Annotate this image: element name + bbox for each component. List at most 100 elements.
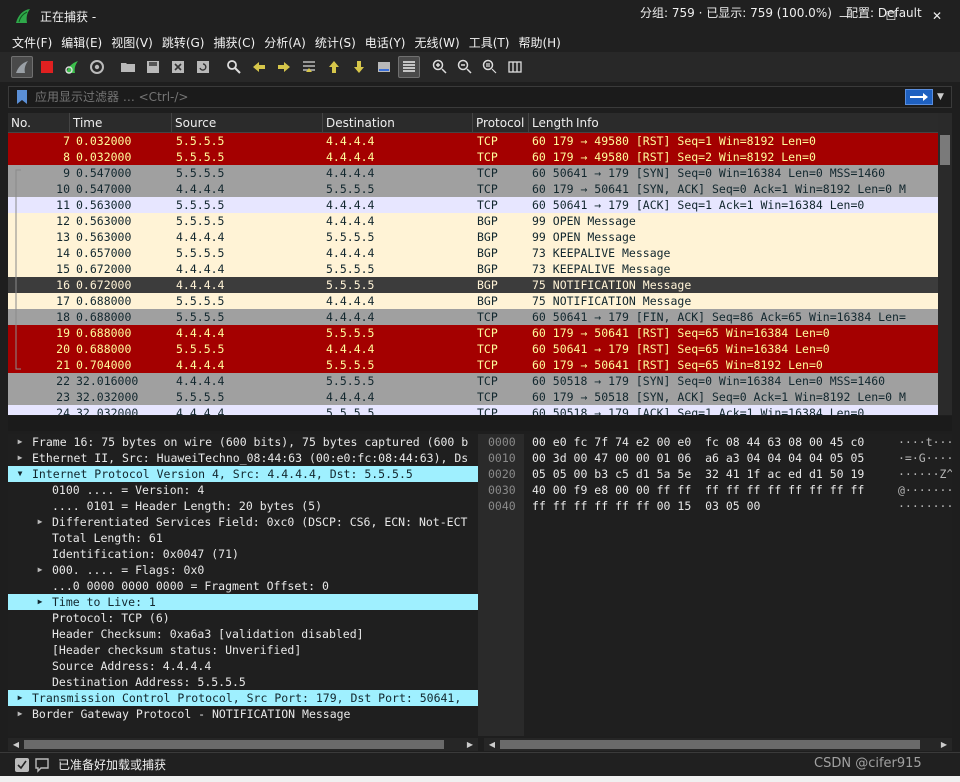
menu-help[interactable]: 帮助(H) (518, 34, 560, 51)
packet-row[interactable]: 24 32.032000 4.4.4.4 5.5.5.5 TCP 60 50518 → 1… (8, 405, 938, 415)
go-back-icon[interactable] (248, 56, 270, 78)
detail-tree-item[interactable]: ...0 0000 0000 0000 = Fragment Offset: 0 (8, 578, 478, 594)
menu-tools[interactable]: 工具(T) (469, 34, 510, 51)
go-to-packet-icon[interactable] (298, 56, 320, 78)
packet-row[interactable]: 16 0.672000 4.4.4.4 5.5.5.5 BGP 75 NOTIFICATI… (8, 277, 938, 293)
packet-row[interactable]: 21 0.704000 4.4.4.4 5.5.5.5 TCP 60 179 → 5064… (8, 357, 938, 373)
detail-tree-item[interactable]: 0100 .... = Version: 4 (8, 482, 478, 498)
packet-row[interactable]: 12 0.563000 5.5.5.5 4.4.4.4 BGP 99 OPEN Messa… (8, 213, 938, 229)
column-destination[interactable]: Destination (323, 113, 473, 133)
detail-tree-item[interactable]: ▶ Time to Live: 1 (8, 594, 478, 610)
expand-arrow-icon[interactable]: ▶ (34, 514, 46, 530)
find-packet-icon[interactable] (223, 56, 245, 78)
column-no[interactable]: No. (8, 113, 70, 133)
details-hscroll-thumb[interactable] (24, 740, 444, 749)
zoom-in-icon[interactable] (429, 56, 451, 78)
detail-tree-item[interactable]: ▶ 000. .... = Flags: 0x0 (8, 562, 478, 578)
details-hscrollbar[interactable]: ◀ ▶ (8, 738, 478, 751)
bytes-hex[interactable]: 00 3d 00 47 00 00 01 06 a6 a3 04 04 04 0… (532, 450, 864, 466)
bytes-ascii[interactable]: ······Z^ 2A····P· (898, 466, 952, 482)
detail-tree-item[interactable]: ▶ Differentiated Services Field: 0xc0 (DS… (8, 514, 478, 530)
column-protocol[interactable]: Protocol (473, 113, 529, 133)
menu-telephony[interactable]: 电话(Y) (365, 34, 406, 51)
packet-list-scroll-thumb[interactable] (940, 135, 950, 165)
zoom-out-icon[interactable] (454, 56, 476, 78)
shark-fin-icon[interactable] (11, 56, 33, 78)
expand-arrow-icon[interactable]: ▶ (34, 562, 46, 578)
column-length[interactable]: Length (529, 113, 573, 133)
bytes-hex[interactable]: ff ff ff ff ff ff 00 15 03 05 00 (532, 498, 760, 514)
bytes-ascii[interactable]: @······· ········ (898, 482, 952, 498)
menu-file[interactable]: 文件(F) (12, 34, 52, 51)
bytes-hex[interactable]: 05 05 00 b3 c5 d1 5a 5e 32 41 1f ac ed d… (532, 466, 864, 482)
open-file-icon[interactable] (117, 56, 139, 78)
column-source[interactable]: Source (172, 113, 323, 133)
packet-row[interactable]: 13 0.563000 4.4.4.4 5.5.5.5 BGP 99 OPEN Messa… (8, 229, 938, 245)
bookmark-icon[interactable] (15, 89, 29, 105)
packet-row[interactable]: 8 0.032000 5.5.5.5 4.4.4.4 TCP 60 179 → 49580… (8, 149, 938, 165)
detail-tree-item[interactable]: Identification: 0x0047 (71) (8, 546, 478, 562)
bytes-hscrollbar[interactable]: ◀ ▶ (484, 738, 952, 751)
packet-bytes-pane[interactable]: 0000 00 e0 fc 7f 74 e2 00 e0 fc 08 44 63 … (484, 434, 952, 736)
menu-analyze[interactable]: 分析(A) (264, 34, 306, 51)
detail-tree-item[interactable]: Source Address: 4.4.4.4 (8, 658, 478, 674)
bytes-offset[interactable]: 0030 (488, 482, 516, 498)
colorize-icon[interactable] (398, 56, 420, 78)
packet-row[interactable]: 20 0.688000 5.5.5.5 4.4.4.4 TCP 60 50641 → 17… (8, 341, 938, 357)
packet-row[interactable]: 17 0.688000 5.5.5.5 4.4.4.4 BGP 75 NOTIFICATI… (8, 293, 938, 309)
bytes-ascii[interactable]: ·=·G···· ········ (898, 450, 952, 466)
bytes-offset[interactable]: 0010 (488, 450, 516, 466)
menu-statistics[interactable]: 统计(S) (315, 34, 356, 51)
detail-tree-item[interactable]: ▼ Internet Protocol Version 4, Src: 4.4.4… (8, 466, 478, 482)
detail-tree-item[interactable]: Protocol: TCP (6) (8, 610, 478, 626)
detail-tree-item[interactable]: Header Checksum: 0xa6a3 [validation disa… (8, 626, 478, 642)
close-file-icon[interactable] (167, 56, 189, 78)
packet-row[interactable]: 19 0.688000 4.4.4.4 5.5.5.5 TCP 60 179 → 5064… (8, 325, 938, 341)
stop-capture-icon[interactable] (36, 56, 58, 78)
scroll-left-icon[interactable]: ◀ (486, 738, 498, 751)
packet-row[interactable]: 14 0.657000 5.5.5.5 4.4.4.4 BGP 73 KEEPALIVE … (8, 245, 938, 261)
auto-scroll-icon[interactable] (373, 56, 395, 78)
bytes-offset[interactable]: 0020 (488, 466, 516, 482)
bytes-ascii[interactable]: ········ ··· (898, 498, 952, 514)
bytes-hex[interactable]: 00 e0 fc 7f 74 e2 00 e0 fc 08 44 63 08 0… (532, 434, 864, 450)
menu-go[interactable]: 跳转(G) (162, 34, 205, 51)
collapse-arrow-icon[interactable]: ▼ (14, 466, 26, 482)
packet-row[interactable]: 23 32.032000 5.5.5.5 4.4.4.4 TCP 60 179 → 505… (8, 389, 938, 405)
expand-arrow-icon[interactable]: ▶ (14, 434, 26, 450)
menu-edit[interactable]: 编辑(E) (61, 34, 102, 51)
detail-tree-item[interactable]: Destination Address: 5.5.5.5 (8, 674, 478, 690)
packet-row[interactable]: 15 0.672000 4.4.4.4 5.5.5.5 BGP 73 KEEPALIVE … (8, 261, 938, 277)
filter-dropdown-icon[interactable]: ▼ (937, 92, 951, 102)
packet-list-scrollbar[interactable] (938, 113, 952, 415)
expand-arrow-icon[interactable]: ▶ (34, 594, 46, 610)
go-first-icon[interactable] (323, 56, 345, 78)
detail-tree-item[interactable]: ▶ Transmission Control Protocol, Src Port… (8, 690, 478, 706)
display-filter-input[interactable] (29, 90, 905, 104)
restart-capture-icon[interactable] (61, 56, 83, 78)
expand-arrow-icon[interactable]: ▶ (14, 706, 26, 722)
bytes-hscroll-thumb[interactable] (500, 740, 920, 749)
packet-row[interactable]: 10 0.547000 4.4.4.4 5.5.5.5 TCP 60 179 → 5064… (8, 181, 938, 197)
detail-tree-item[interactable]: .... 0101 = Header Length: 20 bytes (5) (8, 498, 478, 514)
bytes-ascii[interactable]: ····t··· ··Dc··E· (898, 434, 952, 450)
menu-view[interactable]: 视图(V) (111, 34, 153, 51)
pane-splitter[interactable] (8, 416, 952, 431)
scroll-right-icon[interactable]: ▶ (464, 738, 476, 751)
packet-row[interactable]: 22 32.016000 4.4.4.4 5.5.5.5 TCP 60 50518 → 1… (8, 373, 938, 389)
expand-arrow-icon[interactable]: ▶ (14, 450, 26, 466)
menu-wireless[interactable]: 无线(W) (415, 34, 460, 51)
save-file-icon[interactable] (142, 56, 164, 78)
scroll-left-icon[interactable]: ◀ (10, 738, 22, 751)
bytes-hex[interactable]: 40 00 f9 e8 00 00 ff ff ff ff ff ff ff f… (532, 482, 864, 498)
apply-filter-button[interactable] (905, 89, 933, 105)
scroll-right-icon[interactable]: ▶ (938, 738, 950, 751)
column-info[interactable]: Info (573, 113, 938, 133)
capture-options-icon[interactable] (86, 56, 108, 78)
detail-tree-item[interactable]: ▶ Ethernet II, Src: HuaweiTechno_08:44:63… (8, 450, 478, 466)
expert-info-icon[interactable] (14, 757, 30, 773)
go-last-icon[interactable] (348, 56, 370, 78)
profile-status[interactable]: 配置: Default (846, 4, 922, 21)
expand-arrow-icon[interactable]: ▶ (14, 690, 26, 706)
menu-capture[interactable]: 捕获(C) (213, 34, 255, 51)
